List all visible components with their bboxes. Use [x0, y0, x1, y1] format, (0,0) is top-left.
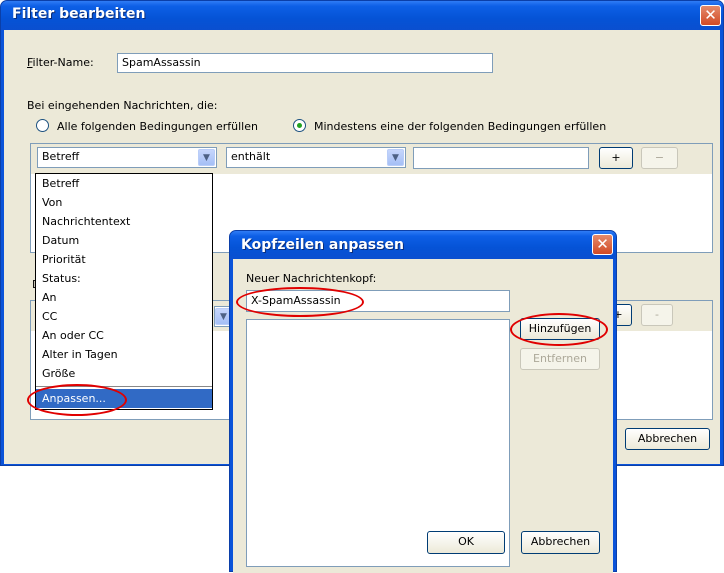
dropdown-item[interactable]: Betreff [36, 174, 212, 193]
filter-dialog-titlebar[interactable]: Filter bearbeiten [1, 1, 723, 30]
annotation-oval-customize [27, 384, 127, 416]
chevron-down-icon[interactable]: ▼ [198, 149, 215, 166]
dropdown-item[interactable]: Alter in Tagen [36, 345, 212, 364]
field-dropdown-list: Betreff Von Nachrichtentext Datum Priorität S… [35, 173, 213, 410]
condition-field-value: Betreff [42, 150, 80, 163]
dropdown-item[interactable]: Datum [36, 231, 212, 250]
dropdown-item[interactable]: CC [36, 307, 212, 326]
dropdown-item[interactable]: An [36, 288, 212, 307]
match-any-radio[interactable] [293, 119, 306, 132]
dropdown-item[interactable]: An oder CC [36, 326, 212, 345]
dropdown-item[interactable]: Größe [36, 364, 212, 383]
condition-value-input[interactable] [413, 147, 589, 169]
header-cancel-button[interactable]: Abbrechen [521, 531, 600, 554]
filter-cancel-button[interactable]: Abbrechen [625, 428, 710, 450]
close-icon[interactable]: ✕ [592, 234, 613, 255]
dropdown-item[interactable]: Status: [36, 269, 212, 288]
dropdown-item[interactable]: Nachrichtentext [36, 212, 212, 231]
condition-operator-value: enthält [231, 150, 271, 163]
headers-list[interactable] [246, 319, 510, 567]
annotation-oval-add-button [510, 313, 608, 346]
header-dialog-title: Kopfzeilen anpassen [241, 237, 404, 253]
header-dialog-titlebar[interactable]: Kopfzeilen anpassen [230, 231, 616, 259]
condition-field-select[interactable]: Betreff ▼ [37, 147, 217, 168]
filter-dialog-title: Filter bearbeiten [12, 6, 146, 22]
remove-header-button[interactable]: Entfernen [520, 348, 600, 370]
add-condition-button[interactable]: + [599, 147, 633, 169]
new-header-label: Neuer Nachrichtenkopf: [246, 272, 377, 285]
incoming-messages-label: Bei eingehenden Nachrichten, die: [27, 99, 218, 112]
filter-name-input[interactable]: SpamAssassin [117, 53, 493, 73]
match-all-radio[interactable] [36, 119, 49, 132]
header-dialog: Kopfzeilen anpassen ✕ Neuer Nachrichtenk… [229, 230, 617, 573]
ok-button[interactable]: OK [427, 531, 505, 554]
condition-operator-select[interactable]: enthält ▼ [226, 147, 406, 168]
remove-action-button[interactable]: - [641, 304, 673, 326]
annotation-oval-header-input [236, 287, 364, 317]
dropdown-item[interactable]: Priorität [36, 250, 212, 269]
filter-name-label: Filter-Name: [27, 56, 94, 69]
match-any-label[interactable]: Mindestens eine der folgenden Bedingunge… [314, 120, 606, 133]
dropdown-item[interactable]: Von [36, 193, 212, 212]
close-icon[interactable]: ✕ [700, 5, 721, 26]
match-all-label[interactable]: Alle folgenden Bedingungen erfüllen [57, 120, 258, 133]
remove-condition-button[interactable]: − [641, 147, 678, 169]
chevron-down-icon[interactable]: ▼ [387, 149, 404, 166]
